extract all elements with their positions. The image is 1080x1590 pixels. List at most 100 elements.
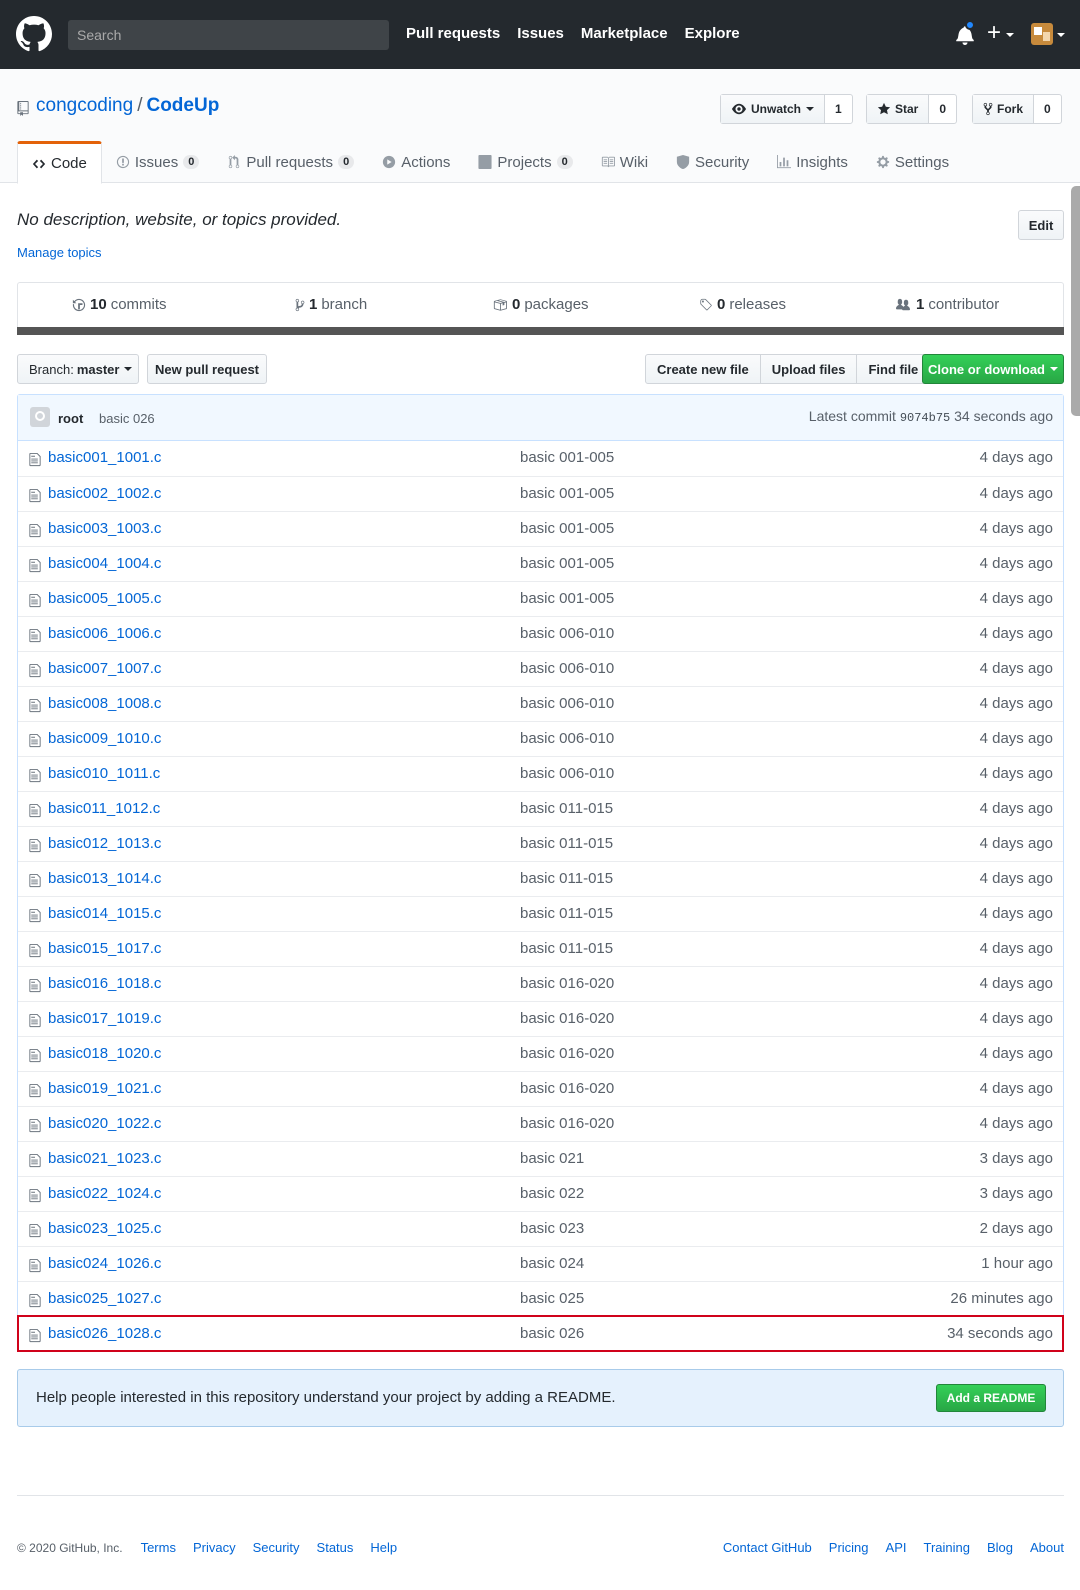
file-name-link[interactable]: basic018_1020.c xyxy=(48,1045,161,1062)
file-name-link[interactable]: basic010_1011.c xyxy=(48,765,160,782)
new-pull-request-button[interactable]: New pull request xyxy=(147,354,267,384)
releases-link[interactable]: 0 releases xyxy=(699,296,786,313)
file-commit-message[interactable]: basic 011-015 xyxy=(520,940,613,957)
repo-name-link[interactable]: CodeUp xyxy=(146,95,219,116)
file-commit-message[interactable]: basic 016-020 xyxy=(520,1045,614,1062)
file-commit-message[interactable]: basic 011-015 xyxy=(520,800,613,817)
tab-code[interactable]: Code xyxy=(17,141,102,184)
file-commit-message[interactable]: basic 006-010 xyxy=(520,730,614,747)
file-commit-message[interactable]: basic 001-005 xyxy=(520,555,614,572)
footer-link-status[interactable]: Status xyxy=(317,1540,354,1555)
file-name-link[interactable]: basic019_1021.c xyxy=(48,1080,161,1097)
file-commit-message[interactable]: basic 016-020 xyxy=(520,1115,614,1132)
footer-link-training[interactable]: Training xyxy=(924,1540,970,1555)
github-logo-icon[interactable] xyxy=(16,16,52,52)
tab-issues[interactable]: Issues 0 xyxy=(102,141,213,183)
file-name-link[interactable]: basic016_1018.c xyxy=(48,975,161,992)
contributors-link[interactable]: 1 contributor xyxy=(894,296,999,313)
nav-issues[interactable]: Issues xyxy=(517,25,564,42)
star-button[interactable]: Star xyxy=(867,95,930,123)
file-name-link[interactable]: basic006_1006.c xyxy=(48,625,161,642)
file-commit-message[interactable]: basic 024 xyxy=(520,1255,584,1272)
file-commit-message[interactable]: basic 001-005 xyxy=(520,485,614,502)
file-commit-message[interactable]: basic 016-020 xyxy=(520,975,614,992)
create-new-file-button[interactable]: Create new file xyxy=(646,355,761,383)
tab-settings[interactable]: Settings xyxy=(862,141,963,183)
file-name-link[interactable]: basic021_1023.c xyxy=(48,1150,161,1167)
upload-files-button[interactable]: Upload files xyxy=(761,355,858,383)
file-commit-message[interactable]: basic 021 xyxy=(520,1150,584,1167)
file-commit-message[interactable]: basic 023 xyxy=(520,1220,584,1237)
file-name-link[interactable]: basic008_1008.c xyxy=(48,695,161,712)
file-commit-message[interactable]: basic 001-005 xyxy=(520,449,614,466)
plus-icon[interactable]: + xyxy=(987,20,1001,46)
edit-button[interactable]: Edit xyxy=(1018,210,1064,240)
footer-link-privacy[interactable]: Privacy xyxy=(193,1540,236,1555)
file-name-link[interactable]: basic007_1007.c xyxy=(48,660,161,677)
commit-author[interactable]: root xyxy=(58,411,83,426)
file-commit-message[interactable]: basic 011-015 xyxy=(520,905,613,922)
file-name-link[interactable]: basic002_1002.c xyxy=(48,485,161,502)
file-commit-message[interactable]: basic 006-010 xyxy=(520,765,614,782)
file-name-link[interactable]: basic005_1005.c xyxy=(48,590,161,607)
watch-count[interactable]: 1 xyxy=(825,95,852,123)
footer-link-api[interactable]: API xyxy=(886,1540,907,1555)
file-name-link[interactable]: basic004_1004.c xyxy=(48,555,161,572)
file-commit-message[interactable]: basic 016-020 xyxy=(520,1010,614,1027)
file-name-link[interactable]: basic014_1015.c xyxy=(48,905,161,922)
add-readme-button[interactable]: Add a README xyxy=(936,1384,1046,1412)
footer-link-blog[interactable]: Blog xyxy=(987,1540,1013,1555)
file-name-link[interactable]: basic012_1013.c xyxy=(48,835,161,852)
file-commit-message[interactable]: basic 022 xyxy=(520,1185,584,1202)
file-commit-message[interactable]: basic 001-005 xyxy=(520,590,614,607)
file-name-link[interactable]: basic013_1014.c xyxy=(48,870,161,887)
avatar[interactable] xyxy=(1031,23,1053,45)
file-name-link[interactable]: basic026_1028.c xyxy=(48,1325,161,1342)
file-name-link[interactable]: basic009_1010.c xyxy=(48,730,161,747)
tab-projects[interactable]: Projects 0 xyxy=(464,141,586,183)
scrollbar-thumb[interactable] xyxy=(1071,186,1080,416)
packages-link[interactable]: 0 packages xyxy=(492,296,589,313)
file-commit-message[interactable]: basic 026 xyxy=(520,1325,584,1342)
nav-pull-requests[interactable]: Pull requests xyxy=(406,25,500,42)
tab-insights[interactable]: Insights xyxy=(763,141,862,183)
unwatch-button[interactable]: Unwatch xyxy=(721,95,826,123)
file-commit-message[interactable]: basic 001-005 xyxy=(520,520,614,537)
commit-message[interactable]: basic 026 xyxy=(99,411,155,426)
clone-or-download-button[interactable]: Clone or download xyxy=(922,354,1064,384)
footer-link-about[interactable]: About xyxy=(1030,1540,1064,1555)
commits-link[interactable]: 10 commits xyxy=(72,296,167,313)
footer-link-security[interactable]: Security xyxy=(253,1540,300,1555)
file-name-link[interactable]: basic025_1027.c xyxy=(48,1290,161,1307)
file-commit-message[interactable]: basic 006-010 xyxy=(520,625,614,642)
footer-link-contact[interactable]: Contact GitHub xyxy=(723,1540,812,1555)
tab-wiki[interactable]: Wiki xyxy=(587,141,662,183)
file-name-link[interactable]: basic015_1017.c xyxy=(48,940,161,957)
nav-marketplace[interactable]: Marketplace xyxy=(581,25,668,42)
nav-explore[interactable]: Explore xyxy=(685,25,740,42)
footer-link-pricing[interactable]: Pricing xyxy=(829,1540,869,1555)
file-name-link[interactable]: basic001_1001.c xyxy=(48,449,161,466)
commit-sha[interactable]: 9074b75 xyxy=(900,411,950,425)
tab-security[interactable]: Security xyxy=(662,141,763,183)
search-input[interactable]: Search xyxy=(68,20,389,50)
file-name-link[interactable]: basic022_1024.c xyxy=(48,1185,161,1202)
file-name-link[interactable]: basic017_1019.c xyxy=(48,1010,161,1027)
file-commit-message[interactable]: basic 025 xyxy=(520,1290,584,1307)
tab-actions[interactable]: Actions xyxy=(368,141,464,183)
branch-select-button[interactable]: Branch: master xyxy=(17,354,139,384)
file-name-link[interactable]: basic020_1022.c xyxy=(48,1115,161,1132)
footer-link-help[interactable]: Help xyxy=(370,1540,397,1555)
star-count[interactable]: 0 xyxy=(929,95,956,123)
fork-count[interactable]: 0 xyxy=(1034,95,1061,123)
repo-owner-link[interactable]: congcoding xyxy=(36,95,133,116)
file-name-link[interactable]: basic011_1012.c xyxy=(48,800,160,817)
manage-topics-link[interactable]: Manage topics xyxy=(17,245,102,260)
language-bar[interactable] xyxy=(17,327,1064,335)
file-commit-message[interactable]: basic 006-010 xyxy=(520,660,614,677)
find-file-button[interactable]: Find file xyxy=(857,355,929,383)
file-name-link[interactable]: basic003_1003.c xyxy=(48,520,161,537)
file-commit-message[interactable]: basic 006-010 xyxy=(520,695,614,712)
file-name-link[interactable]: basic023_1025.c xyxy=(48,1220,161,1237)
tab-pull-requests[interactable]: Pull requests 0 xyxy=(213,141,368,183)
